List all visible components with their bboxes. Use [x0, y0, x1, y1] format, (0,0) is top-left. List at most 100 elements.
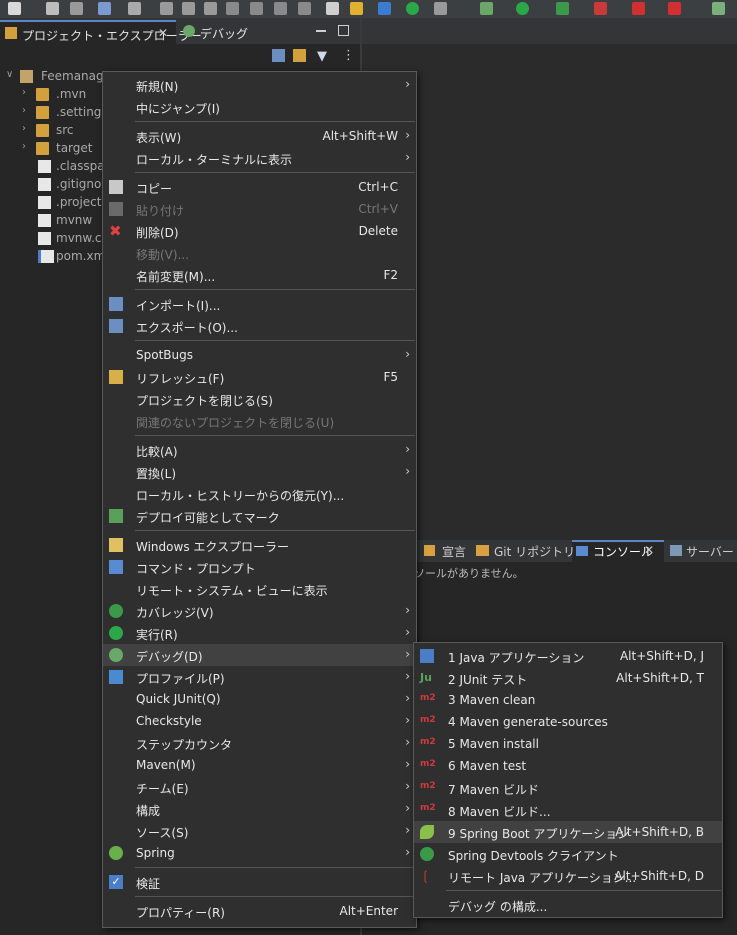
close-icon[interactable]: ✕ [644, 543, 654, 557]
submenu-item-maven-install[interactable]: m2 5 Maven install [414, 733, 722, 755]
submenu-item-maven-clean[interactable]: m2 3 Maven clean [414, 689, 722, 711]
menu-item-properties[interactable]: プロパティー(R) Alt+Enter [103, 900, 416, 922]
submenu-item-spring-boot[interactable]: 9 Spring Boot アプリケーション Alt+Shift+D, B [414, 821, 722, 843]
submenu-item-debug-config[interactable]: デバッグ の構成... [414, 894, 722, 916]
menu-item-coverage[interactable]: カバレッジ(V) › [103, 600, 416, 622]
tree-item-classpath[interactable]: .classpat [22, 158, 109, 176]
build-icon[interactable] [350, 2, 363, 15]
search-icon[interactable] [128, 2, 141, 15]
step-return-icon[interactable] [298, 2, 311, 15]
print-icon[interactable] [98, 2, 111, 15]
menu-item-close-project[interactable]: プロジェクトを閉じる(S) [103, 388, 416, 410]
menu-item-profile[interactable]: プロファイル(P) › [103, 666, 416, 688]
save-all-icon[interactable] [70, 2, 83, 15]
power-icon[interactable] [406, 2, 419, 15]
tree-item-mvn[interactable]: › .mvn [22, 86, 102, 104]
tree-item-gitignore[interactable]: .gitignor [22, 176, 106, 194]
chevron-right-icon[interactable]: › [22, 141, 26, 152]
perspective-icon[interactable] [712, 2, 725, 15]
tab-servers[interactable]: サーバー [668, 540, 737, 562]
tab-git-repositories[interactable]: Git リポジトリー [474, 540, 587, 562]
menu-item-export[interactable]: エクスポート(O)... [103, 315, 416, 337]
menu-item-delete[interactable]: ✖ 削除(D) Delete [103, 220, 416, 242]
menu-item-replace[interactable]: 置換(L) › [103, 461, 416, 483]
menu-item-show[interactable]: 表示(W) Alt+Shift+W › [103, 125, 416, 147]
tree-item-project[interactable]: ∨ Feemanage [6, 68, 111, 86]
step-over-icon[interactable] [274, 2, 287, 15]
menu-item-copy[interactable]: コピー Ctrl+C [103, 176, 416, 198]
menu-item-remote-system[interactable]: リモート・システム・ビューに表示 [103, 578, 416, 600]
menu-item-restore-history[interactable]: ローカル・ヒストリーからの復元(Y)... [103, 483, 416, 505]
close-icon[interactable]: ✕ [158, 26, 168, 40]
menu-item-rename[interactable]: 名前変更(M)... F2 [103, 264, 416, 286]
menu-item-run[interactable]: 実行(R) › [103, 622, 416, 644]
menu-item-checkstyle[interactable]: Checkstyle › [103, 710, 416, 732]
menu-item-spring[interactable]: Spring › [103, 842, 416, 864]
submenu-item-remote-java[interactable]: ❲ リモート Java アプリケーション... Alt+Shift+D, D [414, 865, 722, 887]
stop-icon[interactable] [632, 2, 645, 15]
flag-icon[interactable] [668, 2, 681, 15]
menu-item-team[interactable]: チーム(E) › [103, 776, 416, 798]
external-tools-icon[interactable] [594, 2, 607, 15]
submenu-item-devtools[interactable]: Spring Devtools クライアント [414, 843, 722, 865]
submenu-item-maven-build-dialog[interactable]: m2 8 Maven ビルド... [414, 799, 722, 821]
chevron-down-icon[interactable]: ∨ [6, 69, 13, 80]
filter-icon[interactable]: ▼ [317, 49, 327, 64]
settings-icon[interactable] [378, 2, 391, 15]
tab-declaration[interactable]: 宣言 [420, 540, 470, 562]
save-icon[interactable] [46, 2, 59, 15]
tab-debug[interactable]: デバッグ [180, 20, 260, 44]
maximize-icon[interactable] [338, 25, 349, 36]
submenu-item-maven-generate-sources[interactable]: m2 4 Maven generate-sources [414, 711, 722, 733]
submenu-item-junit[interactable]: Ju 2 JUnit テスト Alt+Shift+D, T [414, 667, 722, 689]
submenu-item-java-app[interactable]: 1 Java アプリケーション Alt+Shift+D, J [414, 645, 722, 667]
chevron-right-icon[interactable]: › [22, 87, 26, 98]
resume-icon[interactable] [160, 2, 173, 15]
menu-item-source[interactable]: ソース(S) › [103, 820, 416, 842]
step-into-icon[interactable] [250, 2, 263, 15]
suspend-icon[interactable] [182, 2, 195, 15]
menu-item-spotbugs[interactable]: SpotBugs › [103, 344, 416, 366]
menu-item-close-unrelated[interactable]: 関連のないプロジェクトを閉じる(U) [103, 410, 416, 432]
server-icon[interactable] [434, 2, 447, 15]
skip-icon[interactable] [326, 2, 339, 15]
tab-console[interactable]: コンソール ✕ [574, 540, 666, 562]
menu-item-maven[interactable]: Maven(M) › [103, 754, 416, 776]
tree-item-mvnw-cmd[interactable]: mvnw.cr [22, 230, 106, 248]
menu-item-configure[interactable]: 構成 › [103, 798, 416, 820]
menu-item-quick-junit[interactable]: Quick JUnit(Q) › [103, 688, 416, 710]
link-editor-icon[interactable] [293, 49, 306, 62]
minimize-icon[interactable] [316, 30, 326, 32]
menu-item-step-counter[interactable]: ステップカウンタ › [103, 732, 416, 754]
coverage-icon[interactable] [556, 2, 569, 15]
view-menu-icon[interactable]: ⋮ [342, 48, 355, 63]
menu-item-refresh[interactable]: リフレッシュ(F) F5 [103, 366, 416, 388]
menu-item-debug[interactable]: デバッグ(D) › [103, 644, 416, 666]
tree-item-mvnw[interactable]: mvnw [22, 212, 102, 230]
new-icon[interactable] [8, 2, 21, 15]
tab-project-explorer[interactable]: プロジェクト・エクスプローラー ✕ [0, 20, 202, 46]
menu-item-move[interactable]: 移動(V)... [103, 242, 416, 264]
tree-item-settings[interactable]: › .settings [22, 104, 108, 122]
run-icon[interactable] [516, 2, 529, 15]
menu-item-import[interactable]: インポート(I)... [103, 293, 416, 315]
menu-item-local-terminal[interactable]: ローカル・ターミナルに表示 › [103, 147, 416, 169]
tree-item-project-file[interactable]: .project [22, 194, 102, 212]
tree-item-target[interactable]: › target [22, 140, 102, 158]
collapse-all-icon[interactable] [272, 49, 285, 62]
chevron-right-icon[interactable]: › [22, 105, 26, 116]
menu-item-new[interactable]: 新規(N) › [103, 74, 416, 96]
submenu-item-maven-build[interactable]: m2 7 Maven ビルド [414, 777, 722, 799]
terminate-icon[interactable] [204, 2, 217, 15]
submenu-item-maven-test[interactable]: m2 6 Maven test [414, 755, 722, 777]
tree-item-pom[interactable]: pom.xm [22, 248, 105, 266]
menu-item-validate[interactable]: ✓ 検証 [103, 871, 416, 893]
menu-item-compare[interactable]: 比較(A) › [103, 439, 416, 461]
chevron-right-icon[interactable]: › [22, 123, 26, 134]
menu-item-windows-explorer[interactable]: Windows エクスプローラー [103, 534, 416, 556]
menu-item-goto[interactable]: 中にジャンプ(I) [103, 96, 416, 118]
menu-item-paste[interactable]: 貼り付け Ctrl+V [103, 198, 416, 220]
debug-icon[interactable] [480, 2, 493, 15]
disconnect-icon[interactable] [226, 2, 239, 15]
tree-item-src[interactable]: › src [22, 122, 102, 140]
